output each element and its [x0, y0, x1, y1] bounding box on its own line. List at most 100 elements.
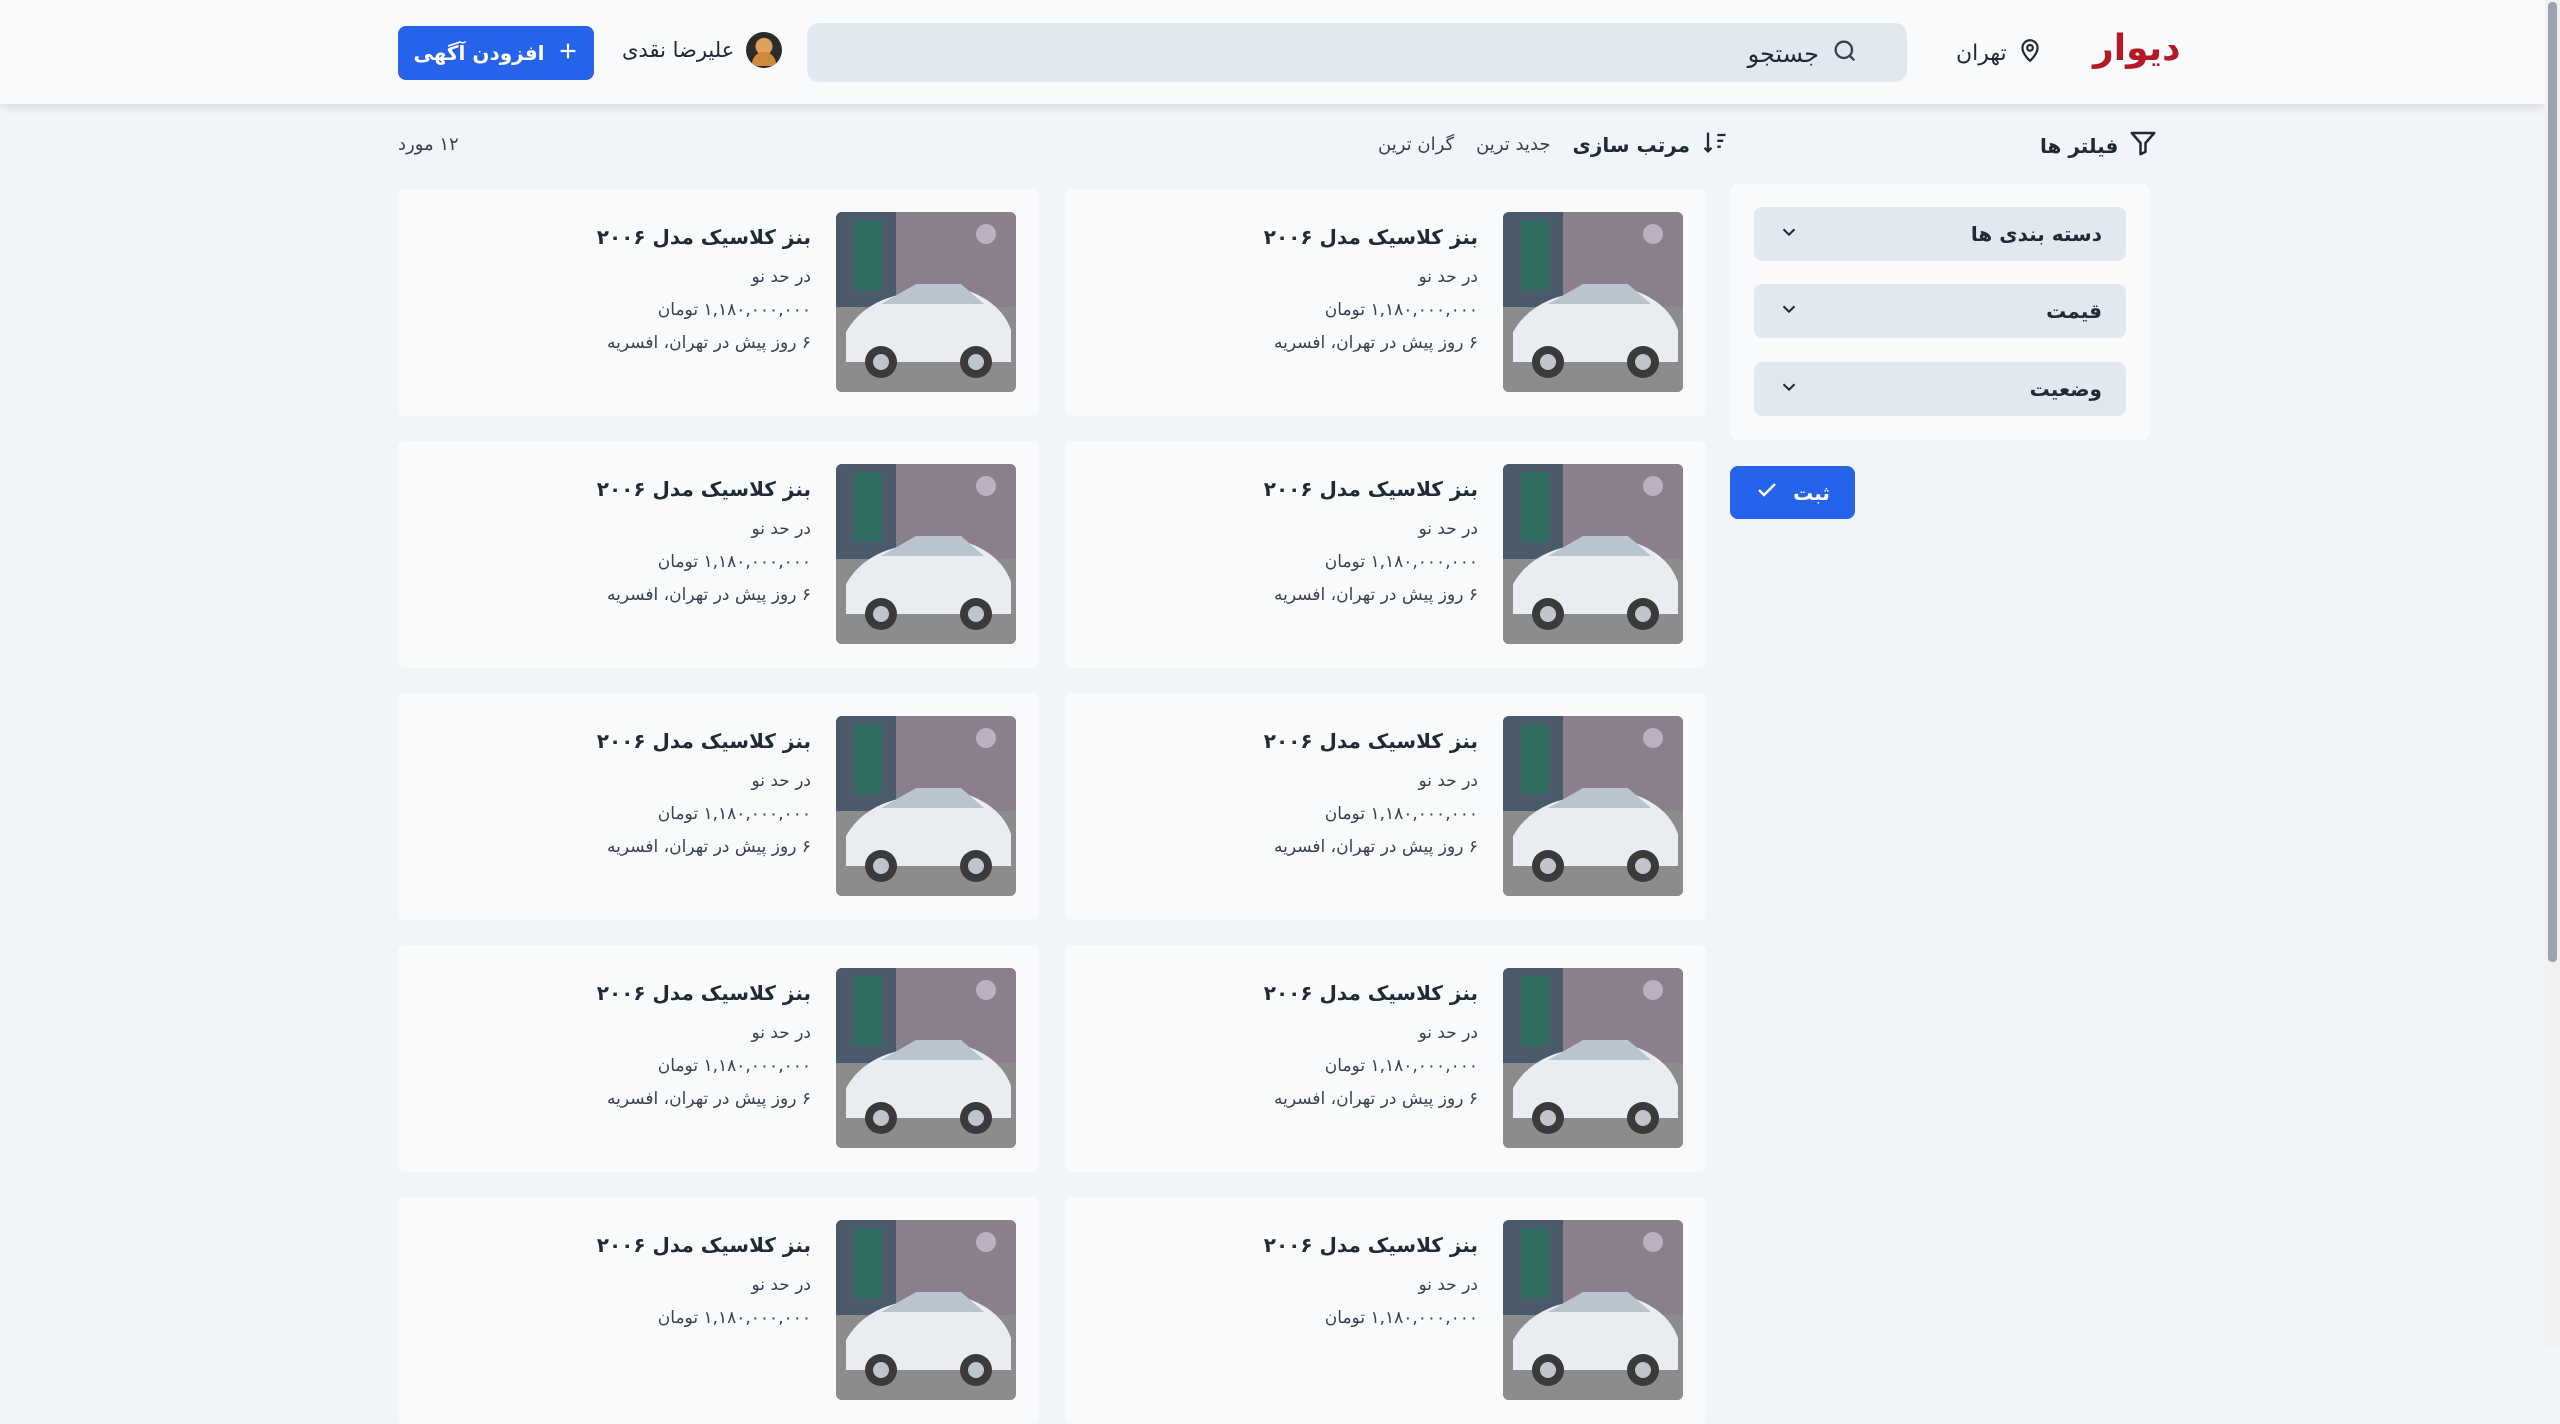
listing-title[interactable]: بنز کلاسیک مدل ۲۰۰۶: [597, 477, 811, 501]
listing-card[interactable]: بنز کلاسیک مدل ۲۰۰۶ در حد نو ۱,۱۸۰,۰۰۰,۰…: [398, 441, 1039, 668]
listing-info: بنز کلاسیک مدل ۲۰۰۶ در حد نو ۱,۱۸۰,۰۰۰,۰…: [597, 981, 811, 1122]
scrollbar-thumb[interactable]: [2548, 2, 2557, 962]
listing-title[interactable]: بنز کلاسیک مدل ۲۰۰۶: [1264, 477, 1478, 501]
listing-card[interactable]: بنز کلاسیک مدل ۲۰۰۶ در حد نو ۱,۱۸۰,۰۰۰,۰…: [1065, 1197, 1706, 1424]
listing-price: ۱,۱۸۰,۰۰۰,۰۰۰ تومان: [657, 1308, 811, 1328]
listing-info: بنز کلاسیک مدل ۲۰۰۶ در حد نو ۱,۱۸۰,۰۰۰,۰…: [597, 477, 811, 618]
chevron-down-icon: [1778, 376, 1800, 403]
listing-price: ۱,۱۸۰,۰۰۰,۰۰۰ تومان: [1324, 1308, 1478, 1328]
listing-condition: در حد نو: [1418, 1023, 1478, 1043]
listing-condition: در حد نو: [751, 771, 811, 791]
listing-condition: در حد نو: [1418, 1275, 1478, 1295]
listing-card[interactable]: بنز کلاسیک مدل ۲۰۰۶ در حد نو ۱,۱۸۰,۰۰۰,۰…: [1065, 441, 1706, 668]
listing-condition: در حد نو: [1418, 267, 1478, 287]
listing-condition: در حد نو: [751, 519, 811, 539]
listing-title[interactable]: بنز کلاسیک مدل ۲۰۰۶: [1264, 1233, 1478, 1257]
listing-title[interactable]: بنز کلاسیک مدل ۲۰۰۶: [597, 225, 811, 249]
filters-heading: فیلتر ها: [2040, 128, 2158, 163]
listing-info: بنز کلاسیک مدل ۲۰۰۶ در حد نو ۱,۱۸۰,۰۰۰,۰…: [1264, 729, 1478, 870]
listing-card[interactable]: بنز کلاسیک مدل ۲۰۰۶ در حد نو ۱,۱۸۰,۰۰۰,۰…: [1065, 189, 1706, 416]
sort-label-text: مرتب سازی: [1572, 132, 1691, 157]
listing-title[interactable]: بنز کلاسیک مدل ۲۰۰۶: [1264, 225, 1478, 249]
listing-card[interactable]: بنز کلاسیک مدل ۲۰۰۶ در حد نو ۱,۱۸۰,۰۰۰,۰…: [398, 1197, 1039, 1424]
funnel-icon: [2128, 128, 2158, 163]
sort-most-expensive[interactable]: گران ترین: [1378, 134, 1454, 155]
listing-image[interactable]: [836, 1220, 1016, 1400]
listing-price: ۱,۱۸۰,۰۰۰,۰۰۰ تومان: [1324, 552, 1478, 572]
listing-title[interactable]: بنز کلاسیک مدل ۲۰۰۶: [597, 1233, 811, 1257]
sort-label[interactable]: مرتب سازی: [1573, 128, 1731, 161]
listing-image[interactable]: [836, 464, 1016, 644]
listing-card[interactable]: بنز کلاسیک مدل ۲۰۰۶ در حد نو ۱,۱۸۰,۰۰۰,۰…: [398, 945, 1039, 1172]
listing-condition: در حد نو: [1418, 771, 1478, 791]
listing-condition: در حد نو: [751, 1023, 811, 1043]
filters-title: فیلتر ها: [2040, 133, 2119, 158]
listing-condition: در حد نو: [751, 1275, 811, 1295]
listing-image[interactable]: [1503, 968, 1683, 1148]
filter-label: قیمت: [2046, 299, 2102, 323]
submit-label: ثبت: [1793, 480, 1830, 505]
location-pin-icon: [2017, 36, 2043, 70]
chevron-down-icon: [1778, 221, 1800, 248]
sort-bar: مرتب سازی جدید ترین گران ترین: [1378, 128, 1730, 161]
results-count: ۱۲ مورد: [398, 134, 459, 155]
listing-time-location: ۶ روز پیش در تهران، افسریه: [607, 837, 811, 857]
listing-info: بنز کلاسیک مدل ۲۰۰۶ در حد نو ۱,۱۸۰,۰۰۰,۰…: [1264, 981, 1478, 1122]
listing-info: بنز کلاسیک مدل ۲۰۰۶ در حد نو ۱,۱۸۰,۰۰۰,۰…: [1264, 477, 1478, 618]
listing-info: بنز کلاسیک مدل ۲۰۰۶ در حد نو ۱,۱۸۰,۰۰۰,۰…: [597, 225, 811, 366]
listing-price: ۱,۱۸۰,۰۰۰,۰۰۰ تومان: [1324, 300, 1478, 320]
listing-card[interactable]: بنز کلاسیک مدل ۲۰۰۶ در حد نو ۱,۱۸۰,۰۰۰,۰…: [1065, 945, 1706, 1172]
filter-price[interactable]: قیمت: [1754, 284, 2126, 338]
listing-card[interactable]: بنز کلاسیک مدل ۲۰۰۶ در حد نو ۱,۱۸۰,۰۰۰,۰…: [398, 189, 1039, 416]
listing-image[interactable]: [1503, 212, 1683, 392]
filter-categories[interactable]: دسته بندی ها: [1754, 207, 2126, 261]
listing-image[interactable]: [1503, 464, 1683, 644]
page-scrollbar[interactable]: [2545, 0, 2560, 1346]
listing-card[interactable]: بنز کلاسیک مدل ۲۰۰۶ در حد نو ۱,۱۸۰,۰۰۰,۰…: [1065, 693, 1706, 920]
listing-time-location: ۶ روز پیش در تهران، افسریه: [607, 1089, 811, 1109]
listing-price: ۱,۱۸۰,۰۰۰,۰۰۰ تومان: [1324, 804, 1478, 824]
filter-condition[interactable]: وضعیت: [1754, 362, 2126, 416]
user-menu[interactable]: علیرضا نقدی: [622, 32, 783, 68]
listing-time-location: ۶ روز پیش در تهران، افسریه: [1274, 585, 1478, 605]
user-name: علیرضا نقدی: [622, 38, 735, 62]
add-listing-label: افزودن آگهی: [413, 41, 545, 65]
listing-time-location: ۶ روز پیش در تهران، افسریه: [607, 333, 811, 353]
listing-title[interactable]: بنز کلاسیک مدل ۲۰۰۶: [1264, 981, 1478, 1005]
filter-label: دسته بندی ها: [1970, 222, 2102, 246]
listing-title[interactable]: بنز کلاسیک مدل ۲۰۰۶: [597, 981, 811, 1005]
listing-image[interactable]: [836, 716, 1016, 896]
check-icon: [1755, 478, 1779, 507]
avatar: [746, 32, 783, 68]
filter-panel: دسته بندی ها قیمت وضعیت: [1730, 184, 2150, 440]
listing-title[interactable]: بنز کلاسیک مدل ۲۰۰۶: [597, 729, 811, 753]
search-input[interactable]: جستجو: [1748, 40, 1819, 68]
listing-info: بنز کلاسیک مدل ۲۰۰۶ در حد نو ۱,۱۸۰,۰۰۰,۰…: [1264, 1233, 1478, 1341]
sort-newest[interactable]: جدید ترین: [1476, 134, 1550, 155]
listing-image[interactable]: [1503, 716, 1683, 896]
listing-time-location: ۶ روز پیش در تهران، افسریه: [1274, 333, 1478, 353]
site-logo[interactable]: دیوار: [2093, 28, 2181, 69]
listing-time-location: ۶ روز پیش در تهران، افسریه: [1274, 1089, 1478, 1109]
add-listing-button[interactable]: افزودن آگهی: [398, 26, 594, 80]
listing-time-location: ۶ روز پیش در تهران، افسریه: [1274, 837, 1478, 857]
submit-filters-button[interactable]: ثبت: [1730, 466, 1855, 519]
city-selector[interactable]: تهران: [1956, 36, 2043, 70]
listing-info: بنز کلاسیک مدل ۲۰۰۶ در حد نو ۱,۱۸۰,۰۰۰,۰…: [1264, 225, 1478, 366]
top-header: دیوار تهران جستجو علیرضا نقدی افزودن آگه…: [0, 0, 2545, 104]
listing-price: ۱,۱۸۰,۰۰۰,۰۰۰ تومان: [657, 300, 811, 320]
listing-condition: در حد نو: [1418, 519, 1478, 539]
listing-card[interactable]: بنز کلاسیک مدل ۲۰۰۶ در حد نو ۱,۱۸۰,۰۰۰,۰…: [398, 693, 1039, 920]
listing-image[interactable]: [836, 968, 1016, 1148]
listing-time-location: ۶ روز پیش در تهران، افسریه: [607, 585, 811, 605]
plus-icon: [557, 40, 579, 67]
city-label: تهران: [1956, 40, 2007, 66]
listing-info: بنز کلاسیک مدل ۲۰۰۶ در حد نو ۱,۱۸۰,۰۰۰,۰…: [597, 729, 811, 870]
sort-icon: [1700, 128, 1730, 161]
search-bar[interactable]: جستجو: [807, 23, 1907, 82]
search-icon: [1831, 37, 1859, 71]
listing-image[interactable]: [1503, 1220, 1683, 1400]
listing-title[interactable]: بنز کلاسیک مدل ۲۰۰۶: [1264, 729, 1478, 753]
listing-price: ۱,۱۸۰,۰۰۰,۰۰۰ تومان: [1324, 1056, 1478, 1076]
listing-image[interactable]: [836, 212, 1016, 392]
